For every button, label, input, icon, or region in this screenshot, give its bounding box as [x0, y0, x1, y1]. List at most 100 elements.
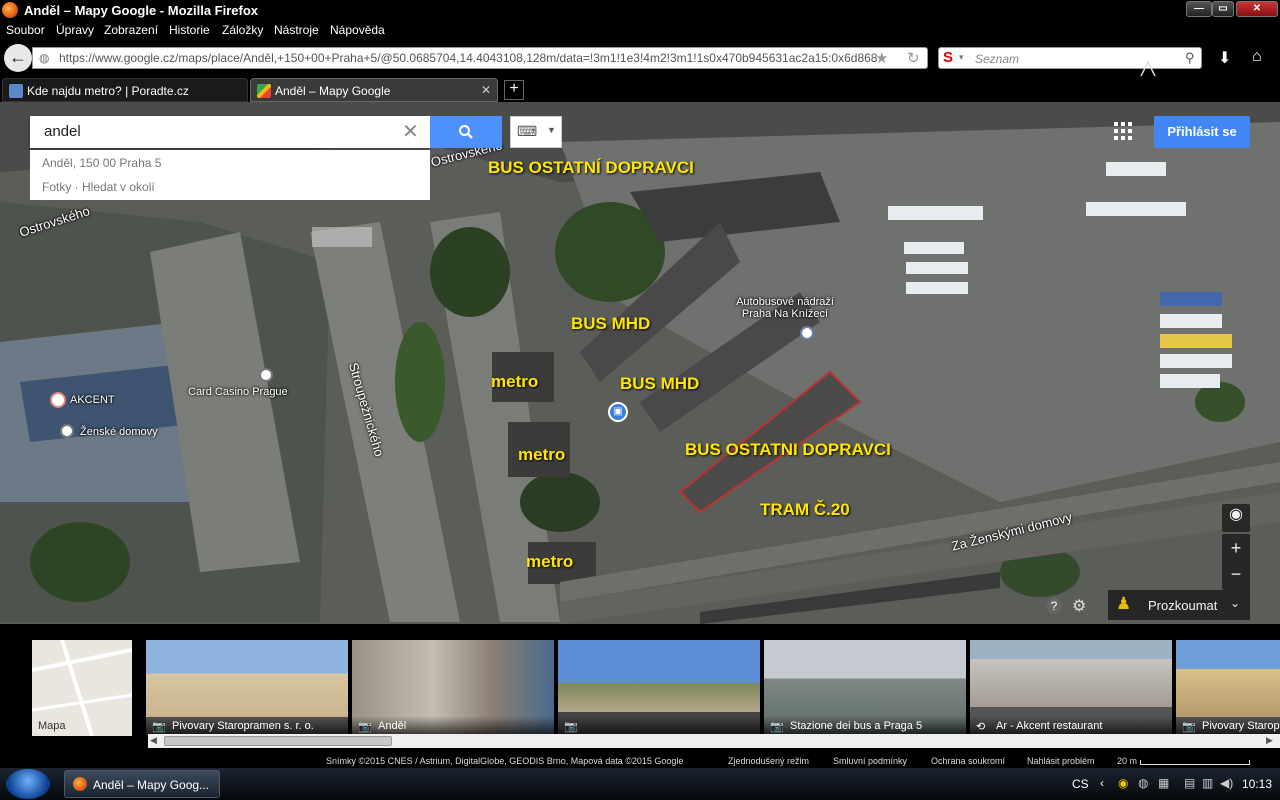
suggestion-item[interactable]: Fotky · Hledat v okolí [42, 180, 155, 194]
menu-nastroje[interactable]: Nástroje [274, 23, 319, 37]
label-bus-ostatni-dopravci: BUS OSTATNÍ DOPRAVCI [488, 158, 694, 177]
close-button[interactable]: ✕ [1236, 1, 1278, 17]
caption-text: Ar - Akcent restaurant [996, 720, 1103, 732]
scroll-right-icon[interactable]: ▶ [1266, 735, 1273, 746]
menu-upravy[interactable]: Úpravy [56, 23, 94, 37]
taskbar: Anděl – Mapy Goog... CS ‹ ◉ ◍ ▦ ▤ ▥ ◀) 1… [0, 768, 1280, 800]
windows-start-icon[interactable] [6, 769, 50, 799]
photo-strip-scrollbar[interactable]: ◀ ▶ [148, 734, 1280, 748]
place-marker-icon[interactable] [800, 326, 814, 340]
globe-icon: ◍ [39, 51, 50, 65]
pegman-icon[interactable]: ♟ [1116, 594, 1131, 614]
clock[interactable]: 10:13 [1242, 777, 1272, 791]
label-bus-mhd: BUS MHD [571, 314, 651, 333]
maximize-button[interactable]: ▭ [1212, 1, 1234, 17]
photo-card[interactable]: 📷 Pivovary Starop [1176, 640, 1280, 736]
search-input[interactable]: andel [44, 123, 81, 140]
show-hidden-icons-icon[interactable]: ‹ [1100, 776, 1104, 790]
tray-app-icon[interactable]: ◍ [1138, 776, 1148, 790]
google-maps-favicon-icon [257, 84, 271, 98]
menu-napoveda[interactable]: Nápověda [330, 23, 385, 37]
photo-card[interactable]: 📷 Stazione dei bus a Praga 5 [764, 640, 966, 736]
hotel-marker-icon[interactable] [50, 392, 66, 408]
download-icon[interactable]: ⬇ [1218, 48, 1231, 68]
card-caption: Mapa [32, 716, 132, 736]
minimize-button[interactable]: — [1186, 1, 1212, 17]
dropdown-arrow-icon[interactable]: ▾ [959, 52, 964, 63]
zoom-out-button[interactable]: − [1222, 562, 1250, 586]
card-caption: 📷 [558, 716, 760, 736]
back-button[interactable]: ← [4, 44, 32, 72]
place-label-casino[interactable]: Card Casino Prague [188, 386, 288, 398]
camera-icon: 📷 [770, 721, 784, 733]
menu-bar: Soubor Úpravy Zobrazení Historie Záložky… [0, 20, 1280, 40]
search-placeholder: Seznam [975, 52, 1020, 66]
report-problem-link[interactable]: Nahlásit problém [1027, 756, 1095, 766]
new-tab-button[interactable]: + [504, 80, 524, 100]
caption-text: Stazione dei bus a Praga 5 [790, 720, 923, 732]
place-label-akcent[interactable]: AKCENT [70, 394, 115, 406]
my-location-button[interactable]: ◉ [1222, 504, 1250, 532]
close-tab-icon[interactable]: ✕ [481, 83, 491, 97]
scroll-left-icon[interactable]: ◀ [150, 735, 157, 746]
camera-icon: 📷 [1182, 721, 1196, 733]
explore-bar[interactable]: ♟ Prozkoumat ⌄ [1108, 590, 1250, 620]
menu-historie[interactable]: Historie [169, 23, 210, 37]
tray-app-icon[interactable]: ▦ [1158, 776, 1169, 790]
tab-poradte[interactable]: Kde najdu metro? | Poradte.cz [2, 78, 248, 102]
photo-card[interactable]: 📷 [558, 640, 760, 736]
caption-text: Anděl [378, 720, 407, 732]
menu-soubor[interactable]: Soubor [6, 23, 45, 37]
navigation-bar: ← ◍ https://www.google.cz/maps/place/And… [0, 40, 1280, 123]
360-icon: ⟲ [976, 721, 986, 733]
apps-grid-icon[interactable] [1114, 122, 1134, 142]
keyboard-input-button[interactable]: ⌨ ▼ [510, 116, 562, 148]
network-icon[interactable]: ▥ [1202, 776, 1213, 790]
menu-zalozky[interactable]: Záložky [222, 23, 263, 37]
label-metro: metro [491, 372, 539, 391]
photo-card[interactable]: 📷 Pivovary Staropramen s. r. o. [146, 640, 348, 736]
scrollbar-thumb[interactable] [164, 736, 392, 746]
volume-icon[interactable]: ◀) [1220, 776, 1233, 790]
tray-app-icon[interactable]: ▤ [1184, 776, 1195, 790]
home-icon[interactable]: ⌂ [1252, 48, 1262, 66]
simple-mode-link[interactable]: Zjednodušený režim [728, 756, 809, 766]
reload-icon[interactable]: ↻ [907, 49, 920, 67]
place-label-zenske-domovy[interactable]: Ženské domovy [80, 426, 158, 438]
place-label-station[interactable]: Autobusové nádraží Praha Na Knížecí [730, 296, 840, 320]
url-bar[interactable]: ◍ https://www.google.cz/maps/place/Anděl… [32, 47, 928, 69]
bus-stop-icon[interactable]: ▣ [608, 402, 628, 422]
dropdown-arrow-icon[interactable]: ▼ [547, 125, 556, 135]
clear-search-icon[interactable]: ✕ [402, 119, 419, 144]
bookmark-star-icon[interactable]: ★ [875, 49, 888, 67]
help-button[interactable]: ? [1046, 598, 1062, 614]
label-tram: TRAM Č.20 [760, 500, 850, 519]
privacy-link[interactable]: Ochrana soukromí [931, 756, 1005, 766]
taskbar-firefox-button[interactable]: Anděl – Mapy Goog... [64, 770, 220, 798]
menu-zobrazeni[interactable]: Zobrazení [104, 23, 158, 37]
terms-link[interactable]: Smluvní podmínky [833, 756, 907, 766]
tray-app-icon[interactable]: ◉ [1118, 776, 1128, 790]
caption-text: Pivovary Starop [1202, 720, 1280, 732]
camera-icon: 📷 [358, 721, 372, 733]
place-marker-icon[interactable] [259, 368, 273, 382]
keyboard-icon: ⌨ [517, 123, 538, 139]
card-caption: 📷 Anděl [352, 716, 554, 736]
map-thumbnail-card[interactable]: Mapa [32, 640, 132, 736]
seznam-icon[interactable]: S [943, 49, 953, 66]
settings-gear-icon[interactable]: ⚙ [1072, 596, 1086, 616]
tab-mapy-google[interactable]: Anděl – Mapy Google ✕ [250, 78, 498, 102]
firefox-icon [2, 2, 18, 18]
photo-card[interactable]: ⟲ Ar - Akcent restaurant [970, 640, 1172, 736]
sign-in-button[interactable]: Přihlásit se [1154, 116, 1250, 148]
suggestion-item[interactable]: Anděl, 150 00 Praha 5 [42, 156, 161, 170]
label-bus-mhd: BUS MHD [620, 374, 700, 393]
zoom-in-button[interactable]: + [1222, 534, 1250, 562]
title-bar: Anděl – Mapy Google - Mozilla Firefox — … [0, 0, 1280, 20]
search-button[interactable] [430, 116, 502, 148]
place-marker-icon[interactable] [60, 424, 74, 438]
search-icon [459, 125, 473, 139]
chevron-down-icon[interactable]: ⌄ [1230, 596, 1240, 610]
language-indicator[interactable]: CS [1072, 777, 1089, 791]
photo-card[interactable]: 📷 Anděl [352, 640, 554, 736]
